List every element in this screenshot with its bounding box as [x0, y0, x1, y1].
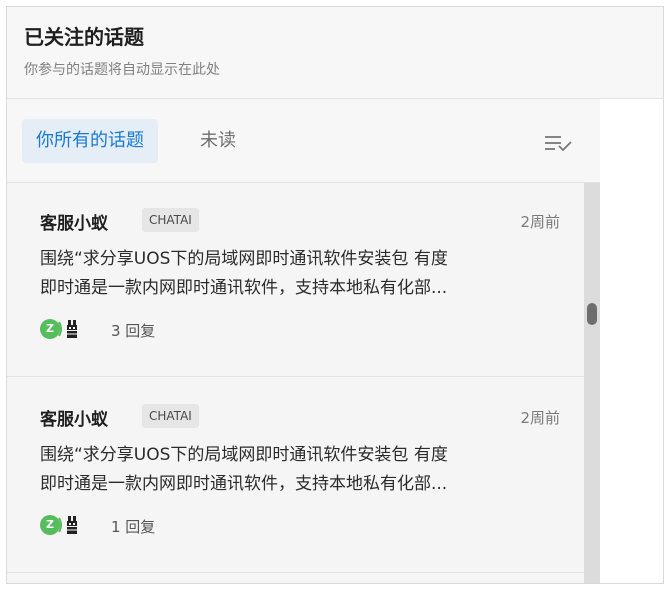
- topic-excerpt[interactable]: 围绕“求分享UOS下的局域网即时通讯软件安装包 有度 即时通是一款内网即时通讯软…: [40, 441, 560, 499]
- excerpt-line: 围绕“求分享UOS下的局域网即时通讯软件安装包 有度: [40, 445, 448, 465]
- author-name[interactable]: 客服小蚁: [40, 209, 108, 234]
- right-pane: [601, 99, 663, 583]
- sort-icon[interactable]: [543, 133, 573, 153]
- robot-avatar-icon[interactable]: [57, 318, 85, 340]
- reply-count: 3 回复: [111, 322, 156, 340]
- topic-excerpt[interactable]: 围绕“求分享UOS下的局域网即时通讯软件安装包 有度 即时通是一款内网即时通讯软…: [40, 245, 560, 303]
- topic-list[interactable]: 客服小蚁 CHATAI 2周前 围绕“求分享UOS下的局域网即时通讯软件安装包 …: [7, 183, 600, 583]
- excerpt-line: 即时通是一款内网即时通讯软件，支持本地私有化部...: [40, 278, 448, 298]
- reply-count: 1 回复: [111, 518, 156, 536]
- tab-unread[interactable]: 未读: [186, 119, 250, 163]
- timestamp: 2周前: [520, 213, 560, 231]
- topic-tag[interactable]: CHATAI: [142, 404, 199, 428]
- robot-avatar-icon[interactable]: [57, 514, 85, 536]
- topic-tag[interactable]: CHATAI: [142, 208, 199, 232]
- topic-list-pane: 你所有的话题 未读 客服小蚁 CHATAI 2周前 围绕“求分享UOS下的局域网…: [7, 99, 600, 583]
- followed-topics-panel: 已关注的话题 你参与的话题将自动显示在此处 你所有的话题 未读 客服小蚁 CHA…: [6, 6, 664, 584]
- excerpt-line: 围绕“求分享UOS下的局域网即时通讯软件安装包 有度: [40, 249, 448, 269]
- author-name[interactable]: 客服小蚁: [40, 405, 108, 430]
- scrollbar-thumb[interactable]: [587, 303, 597, 325]
- excerpt-line: 即时通是一款内网即时通讯软件，支持本地私有化部...: [40, 474, 448, 494]
- panel-header: 已关注的话题 你参与的话题将自动显示在此处: [7, 7, 663, 99]
- list-item[interactable]: 客服小蚁 CHATAI 2周前 围绕“求分享UOS下的局域网即时通讯软件安装包 …: [7, 379, 584, 573]
- scrollbar[interactable]: [584, 183, 600, 583]
- tab-all-topics[interactable]: 你所有的话题: [22, 119, 158, 163]
- tab-bar: 你所有的话题 未读: [7, 99, 600, 183]
- timestamp: 2周前: [520, 409, 560, 427]
- page-title: 已关注的话题: [24, 25, 144, 49]
- page-subtitle: 你参与的话题将自动显示在此处: [24, 62, 220, 78]
- list-item[interactable]: 客服小蚁 CHATAI 2周前 围绕“求分享UOS下的局域网即时通讯软件安装包 …: [7, 183, 584, 377]
